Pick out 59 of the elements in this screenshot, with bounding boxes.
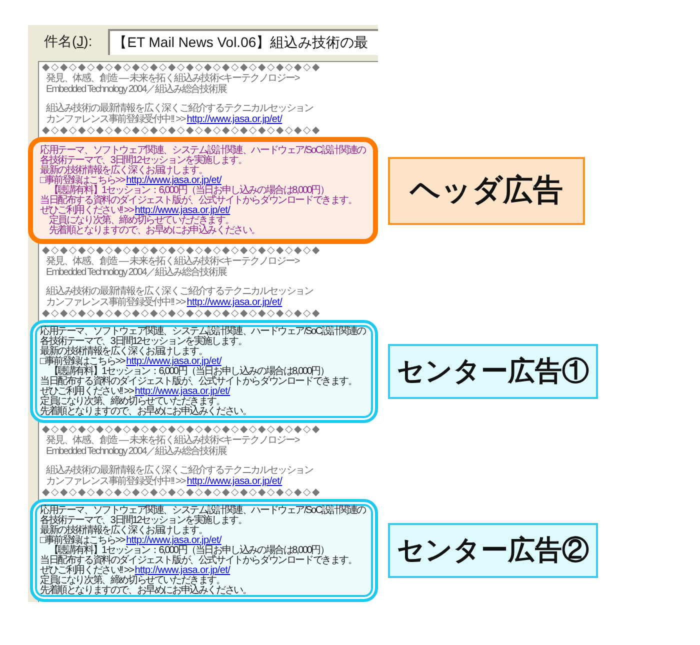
url-link[interactable]: http://www.jasa.or.jp/et/ [126,535,222,546]
url-link[interactable]: http://www.jasa.or.jp/et/ [126,356,222,367]
ad-line: 最新の技術情報を広く深くお届けします。 [40,347,208,357]
ad-line: □事前登録はこちら>>http://www.jasa.or.jp/et/ [40,357,222,367]
callout-label: ヘッダ広告 [388,156,585,224]
url-link[interactable]: http://www.jasa.or.jp/et/ [186,114,282,125]
ad-line: 当日配布する資料のダイジェスト版が、公式サイトからダウンロードできます。 [40,556,357,566]
ad-line: 定員になり次第、締め切らせていただきます。 [40,576,225,586]
diamond-divider: ◆◇◆◇◆◇◆◇◆◇◆◇◆◇◆◇◆◇◆◇◆◇◆◇◆◇◆◇◆◇◆ [42,308,321,319]
ad-line: 先着順となりますので、お早めにお申込みください。 [48,226,260,236]
diamond-divider: ◆◇◆◇◆◇◆◇◆◇◆◇◆◇◆◇◆◇◆◇◆◇◆◇◆◇◆◇◆◇◆ [42,125,321,136]
ad-line: 【聴講有料】1セッション：6,000円（当日お申し込みの場合は8,000円） [48,546,329,556]
ad-line: □事前登録はこちら>>http://www.jasa.or.jp/et/ [40,536,222,546]
ad-line: 各技術テーマで、3日間12セッションを実施します。 [40,156,247,166]
ad-line: 先着順となりますので、お早めにお申込みください。 [40,586,252,596]
ad-line: ぜひご利用ください!! >>http://www.jasa.or.jp/et/ [40,206,230,216]
ad-line: ぜひご利用ください!! >>http://www.jasa.or.jp/et/ [40,387,230,397]
diamond-divider: ◆◇◆◇◆◇◆◇◆◇◆◇◆◇◆◇◆◇◆◇◆◇◆◇◆◇◆◇◆◇◆ [42,62,321,73]
message-line: Embedded Technology 2004／組込み総合技術展 [46,84,226,95]
message-line: カンファレンス事前登録受付中!! >> http://www.jasa.or.jp/et/ [46,114,282,125]
url-link[interactable]: http://www.jasa.or.jp/et/ [186,476,282,487]
ad-line: 当日配布する資料のダイジェスト版が、公式サイトからダウンロードできます。 [40,196,357,206]
message-line: 組込み技術の最新情報を広く深くご紹介するテクニカルセッション [46,103,314,114]
ad-line: 応用テーマ、ソフトウェア関連、システム設計関連、ハードウェア/SoC設計関連の [40,146,366,156]
message-line: カンファレンス事前登録受付中!! >> http://www.jasa.or.jp/et/ [46,297,282,308]
ad-line: 【聴講有料】1セッション：6,000円（当日お申し込みの場合は8,000円） [48,186,329,196]
message-line: 発見、体感、創造 — 未来を拓く組込み技術<キーテクノロジー> [46,73,300,84]
ad-line: 各技術テーマで、3日間12セッションを実施します。 [40,337,247,347]
diamond-divider: ◆◇◆◇◆◇◆◇◆◇◆◇◆◇◆◇◆◇◆◇◆◇◆◇◆◇◆◇◆◇◆ [42,424,321,435]
ad-line: 最新の技術情報を広く深くお届けします。 [40,166,208,176]
message-line: 発見、体感、創造 — 未来を拓く組込み技術<キーテクノロジー> [46,435,300,446]
diamond-divider: ◆◇◆◇◆◇◆◇◆◇◆◇◆◇◆◇◆◇◆◇◆◇◆◇◆◇◆◇◆◇◆ [42,245,321,256]
message-line: Embedded Technology 2004／組込み総合技術展 [46,446,226,457]
ad-line: 各技術テーマで、3日間12セッションを実施します。 [40,516,247,526]
ad-line: 当日配布する資料のダイジェスト版が、公式サイトからダウンロードできます。 [40,377,357,387]
ad-line: 最新の技術情報を広く深くお届けします。 [40,526,208,536]
ad-line: 応用テーマ、ソフトウェア関連、システム設計関連、ハードウェア/SoC設計関連の [40,506,366,516]
ad-line: □事前登録はこちら>>http://www.jasa.or.jp/et/ [40,176,222,186]
message-line: カンファレンス事前登録受付中!! >> http://www.jasa.or.jp/et/ [46,476,282,487]
ad-line: 定員になり次第、締め切らせていただきます。 [48,216,234,226]
url-link[interactable]: http://www.jasa.or.jp/et/ [134,386,230,397]
ad-line: 定員になり次第、締め切らせていただきます。 [40,397,225,407]
ad-line: 応用テーマ、ソフトウェア関連、システム設計関連、ハードウェア/SoC設計関連の [40,327,366,337]
ad-line: 先着順となりますので、お早めにお申込みください。 [40,407,252,417]
url-link[interactable]: http://www.jasa.or.jp/et/ [186,297,282,308]
message-line: 発見、体感、創造 — 未来を拓く組込み技術<キーテクノロジー> [46,256,300,267]
diamond-divider: ◆◇◆◇◆◇◆◇◆◇◆◇◆◇◆◇◆◇◆◇◆◇◆◇◆◇◆◇◆◇◆ [42,487,321,498]
callout-label: センター広告① [388,344,598,399]
url-link[interactable]: http://www.jasa.or.jp/et/ [134,565,230,576]
subject-field[interactable]: 【ET Mail News Vol.06】組込み技術の最 [108,29,378,55]
url-link[interactable]: http://www.jasa.or.jp/et/ [134,205,230,216]
ad-line: ぜひご利用ください!! >>http://www.jasa.or.jp/et/ [40,566,230,576]
url-link[interactable]: http://www.jasa.or.jp/et/ [126,175,222,186]
message-line: 組込み技術の最新情報を広く深くご紹介するテクニカルセッション [46,286,314,297]
subject-label: 件名(J): [44,33,92,51]
message-line: 組込み技術の最新情報を広く深くご紹介するテクニカルセッション [46,465,314,476]
callout-label: センター広告② [388,523,598,578]
message-line: Embedded Technology 2004／組込み総合技術展 [46,267,226,278]
ad-line: 【聴講有料】1セッション：6,000円（当日お申し込みの場合は8,000円） [48,367,329,377]
